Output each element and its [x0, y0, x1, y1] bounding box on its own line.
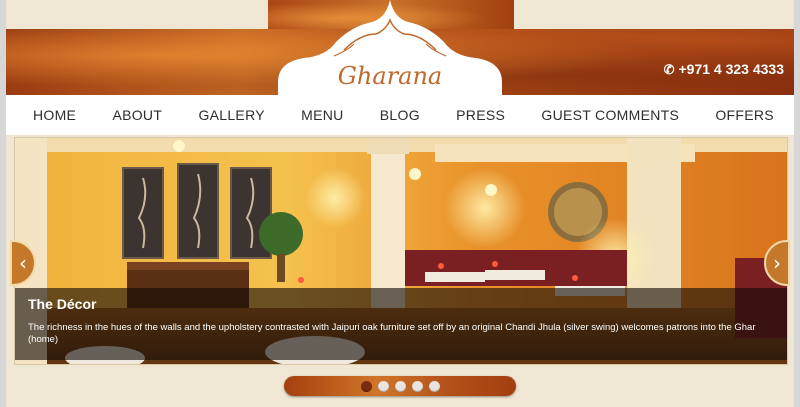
nav-about[interactable]: ABOUT: [112, 107, 162, 123]
phone-icon: ✆: [663, 62, 675, 77]
slide-caption: The Décor The richness in the hues of th…: [15, 288, 787, 360]
logo-dome-shape: Gharana: [278, 0, 502, 96]
nav-menu[interactable]: MENU: [301, 107, 343, 123]
main-nav: HOME ABOUT GALLERY MENU BLOG PRESS GUEST…: [6, 95, 794, 135]
logo-text: Gharana: [338, 62, 442, 90]
phone-number[interactable]: ✆ +971 4 323 4333: [664, 61, 784, 78]
chevron-right-icon: ›: [773, 251, 781, 275]
nav-gallery[interactable]: GALLERY: [198, 107, 264, 123]
pager-dot-3[interactable]: [394, 380, 406, 392]
chevron-left-icon: ‹: [19, 251, 27, 275]
slider-pager: [284, 376, 516, 396]
nav-offers[interactable]: OFFERS: [715, 107, 774, 123]
pager-dot-5[interactable]: [428, 380, 440, 392]
page: ✆+971 4 323 4333 oo4▶Ptf Gharana HOME AB…: [6, 0, 794, 407]
hero-slider[interactable]: The Décor The richness in the hues of th…: [14, 137, 788, 365]
phone-text: +971 4 323 4333: [678, 61, 785, 77]
logo[interactable]: Gharana: [274, 0, 506, 96]
nav-home[interactable]: HOME: [33, 107, 76, 123]
pager-dot-4[interactable]: [411, 380, 423, 392]
pager-dot-1[interactable]: [360, 380, 372, 392]
nav-guest-comments[interactable]: GUEST COMMENTS: [541, 107, 679, 123]
nav-blog[interactable]: BLOG: [380, 107, 420, 123]
pager-dot-2[interactable]: [377, 380, 389, 392]
slide-title: The Décor: [28, 296, 97, 312]
slide-description: The richness in the hues of the walls an…: [28, 322, 756, 345]
nav-press[interactable]: PRESS: [456, 107, 505, 123]
